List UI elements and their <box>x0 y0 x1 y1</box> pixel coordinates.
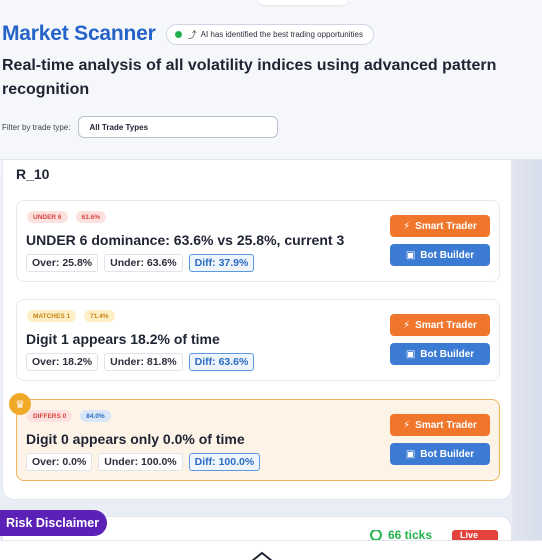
trade-type-tag: UNDER 6 <box>27 211 68 223</box>
title-row: Market Scanner ⤴ AI has identified the b… <box>2 22 374 46</box>
diff-stat: Diff: 37.9% <box>188 254 255 272</box>
confidence-tag: 71.4% <box>84 310 115 322</box>
bot-builder-label: Bot Builder <box>420 348 475 360</box>
crown-icon: ♛ <box>9 393 31 415</box>
smart-trader-label: Smart Trader <box>415 319 477 331</box>
smart-trader-label: Smart Trader <box>415 220 477 232</box>
ticks-text: 66 ticks <box>388 530 433 540</box>
over-stat: Over: 18.2% <box>26 353 99 371</box>
filter-label: Filter by trade type: <box>2 122 71 132</box>
stats-row: Over: 25.8% Under: 63.6% Diff: 37.9% <box>26 254 260 272</box>
trade-type-tag: DIFFERS 0 <box>27 410 73 422</box>
bot-builder-button[interactable]: ▣ Bot Builder <box>390 343 490 365</box>
stats-row: Over: 0.0% Under: 100.0% Diff: 100.0% <box>26 453 266 471</box>
live-badge: Live <box>452 530 498 540</box>
ai-badge-text: AI has identified the best trading oppor… <box>200 29 363 39</box>
smart-trader-button[interactable]: ⚡ Smart Trader <box>390 314 490 336</box>
robot-icon: ▣ <box>405 249 416 261</box>
bot-builder-label: Bot Builder <box>420 249 475 261</box>
robot-icon: ▣ <box>405 448 416 460</box>
signal-card: MATCHES 1 71.4% Digit 1 appears 18.2% of… <box>16 299 500 381</box>
bot-builder-label: Bot Builder <box>420 448 475 460</box>
confidence-tag: 84.0% <box>80 410 111 422</box>
confidence-tag: 63.6% <box>75 211 106 223</box>
card-tags: UNDER 6 63.6% <box>27 211 114 223</box>
signal-card: UNDER 6 63.6% UNDER 6 dominance: 63.6% v… <box>16 200 500 282</box>
trade-type-select[interactable]: All Trade Types <box>78 116 279 138</box>
diff-stat: Diff: 63.6% <box>188 353 255 371</box>
stats-row: Over: 18.2% Under: 81.8% Diff: 63.6% <box>26 353 260 371</box>
symbol-heading: R_10 <box>16 166 50 182</box>
under-stat: Under: 63.6% <box>104 254 183 272</box>
chevron-up-icon[interactable] <box>250 550 274 560</box>
over-stat: Over: 25.8% <box>26 254 99 272</box>
robot-icon: ▣ <box>405 348 416 360</box>
live-dot-icon <box>370 530 382 540</box>
rocket-icon: ⤴ <box>187 29 197 40</box>
filter-row: Filter by trade type: All Trade Types <box>2 116 279 138</box>
status-dot-icon <box>174 30 182 38</box>
under-stat: Under: 100.0% <box>98 453 183 471</box>
top-tab[interactable] <box>258 0 348 5</box>
signal-description: Digit 0 appears only 0.0% of time <box>26 431 245 447</box>
signal-card-highlighted: DIFFERS 0 84.0% Digit 0 appears only 0.0… <box>16 399 500 481</box>
smart-trader-button[interactable]: ⚡ Smart Trader <box>390 414 490 436</box>
lightning-icon: ⚡ <box>403 220 411 232</box>
page-subtitle: Real-time analysis of all volatility ind… <box>2 57 497 98</box>
over-stat: Over: 0.0% <box>26 453 93 471</box>
smart-trader-label: Smart Trader <box>415 419 477 431</box>
lightning-icon: ⚡ <box>403 419 411 431</box>
trade-type-tag: MATCHES 1 <box>27 310 77 322</box>
lightning-icon: ⚡ <box>403 319 411 331</box>
risk-disclaimer-button[interactable]: Risk Disclaimer <box>0 510 108 536</box>
right-edge <box>512 160 542 560</box>
bot-builder-button[interactable]: ▣ Bot Builder <box>390 244 490 266</box>
under-stat: Under: 81.8% <box>104 353 183 371</box>
card-tags: DIFFERS 0 84.0% <box>27 410 119 422</box>
tick-counter: 66 ticks <box>370 530 432 540</box>
page-title: Market Scanner <box>2 22 156 45</box>
signal-description: UNDER 6 dominance: 63.6% vs 25.8%, curre… <box>26 232 345 248</box>
bot-builder-button[interactable]: ▣ Bot Builder <box>390 443 490 465</box>
ai-status-badge: ⤴ AI has identified the best trading opp… <box>165 23 374 45</box>
signal-description: Digit 1 appears 18.2% of time <box>26 331 220 347</box>
card-tags: MATCHES 1 71.4% <box>27 310 123 322</box>
diff-stat: Diff: 100.0% <box>188 453 261 471</box>
smart-trader-button[interactable]: ⚡ Smart Trader <box>390 215 490 237</box>
